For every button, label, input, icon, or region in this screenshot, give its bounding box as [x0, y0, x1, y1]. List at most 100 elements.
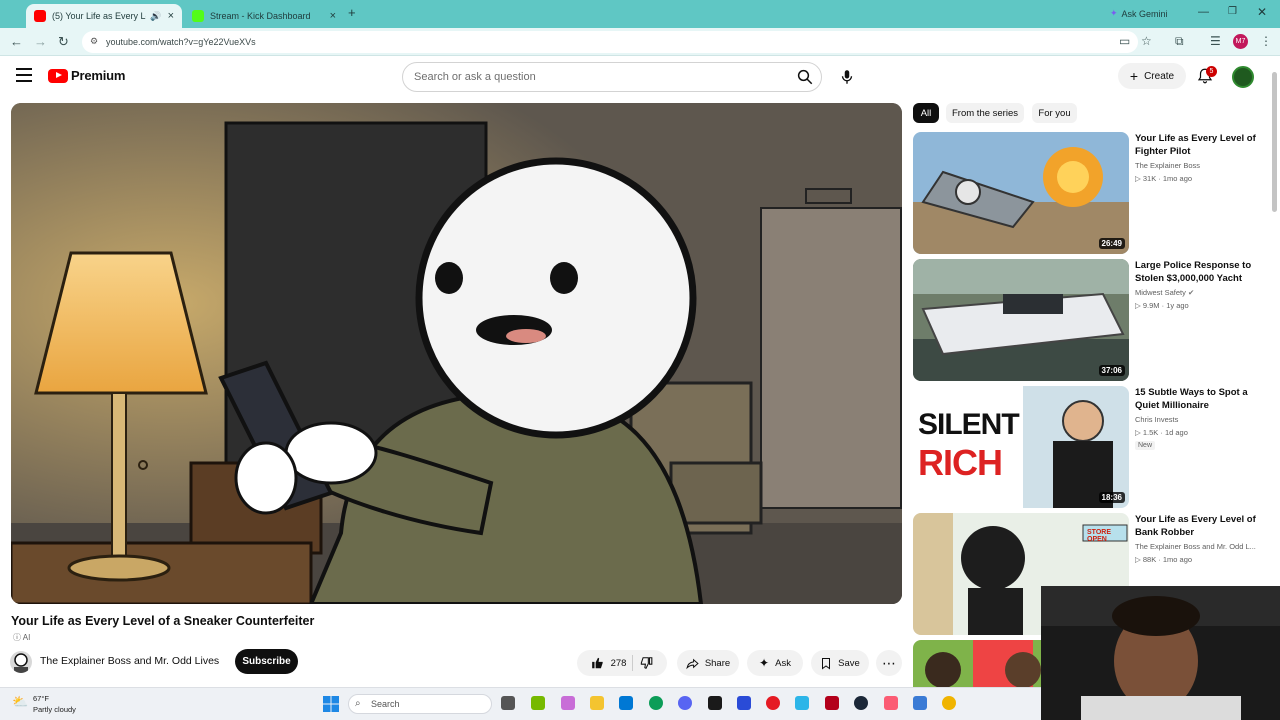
back-icon[interactable]: ←	[10, 34, 23, 49]
yacht-thumbnail	[913, 259, 1129, 381]
save-button[interactable]: Save	[811, 650, 869, 676]
taskbar-search-label: Search	[371, 699, 400, 709]
meta-text: 1.5K · 1d ago	[1142, 428, 1188, 437]
browser-menu-icon[interactable]: ⋮	[1260, 34, 1272, 48]
recommendation-title[interactable]: Your Life as Every Level of Bank Robber	[1135, 513, 1257, 539]
music-icon[interactable]	[884, 696, 898, 710]
video-player[interactable]	[11, 103, 902, 604]
nvidia-icon[interactable]	[531, 696, 545, 710]
url-text: youtube.com/watch?v=gYe22VueXVs	[106, 37, 256, 47]
forward-icon[interactable]: →	[34, 34, 47, 49]
close-tab-icon[interactable]: ×	[330, 10, 336, 22]
acrobat-icon[interactable]	[825, 696, 839, 710]
more-actions-icon[interactable]: ⋯	[876, 650, 902, 676]
subscribe-button[interactable]: Subscribe	[235, 649, 298, 674]
restore-icon[interactable]: ❐	[1228, 6, 1237, 17]
notification-count-badge: 5	[1206, 66, 1217, 77]
minimize-icon[interactable]: —	[1198, 6, 1209, 18]
kick-favicon-icon	[192, 10, 204, 22]
chip-for-you[interactable]: For you	[1032, 103, 1077, 123]
task-view-icon[interactable]	[501, 696, 515, 710]
taskbar-search-box[interactable]: ⌕ Search	[348, 694, 492, 714]
extensions-icon[interactable]: ⧉	[1175, 34, 1184, 49]
duration-badge: 18:36	[1098, 492, 1125, 503]
copilot-icon[interactable]	[561, 696, 575, 710]
youtube-premium-logo[interactable]: Premium	[48, 68, 125, 83]
verified-icon: ✔	[1187, 288, 1195, 297]
site-info-icon[interactable]: ⚙	[90, 36, 98, 47]
close-tab-icon[interactable]: ×	[168, 10, 174, 22]
duration-badge: 26:49	[1098, 238, 1125, 249]
thumbs-down-icon[interactable]	[639, 656, 653, 670]
app-icon[interactable]	[708, 696, 722, 710]
microphone-icon[interactable]	[838, 67, 856, 87]
like-dislike-group: 278	[577, 650, 667, 676]
webcam-feed	[1041, 586, 1280, 720]
recommendation-item[interactable]: 26:49 Your Life as Every Level of Fighte…	[913, 132, 1263, 254]
create-button[interactable]: + Create	[1118, 63, 1186, 89]
video-thumbnail[interactable]: SILENT RICH 18:36	[913, 386, 1129, 508]
channel-avatar[interactable]	[10, 651, 32, 673]
share-label: Share	[704, 657, 731, 669]
chip-all[interactable]: All	[913, 103, 939, 123]
search-input[interactable]: Search or ask a question	[402, 62, 822, 92]
new-badge: New	[1135, 441, 1156, 450]
video-thumbnail[interactable]: 37:06	[913, 259, 1129, 381]
browser-tab-bar: (5) Your Life as Every Level o 🔊 × Strea…	[0, 0, 1280, 28]
chrome-icon[interactable]	[942, 696, 956, 710]
video-thumbnail[interactable]: 26:49	[913, 132, 1129, 254]
hamburger-menu-icon[interactable]	[16, 68, 32, 82]
tab-title: Stream - Kick Dashboard	[210, 11, 311, 21]
recommendation-title[interactable]: Large Police Response to Stolen $3,000,0…	[1135, 259, 1257, 285]
cast-icon[interactable]: ▭	[1119, 34, 1130, 48]
channel-name[interactable]: The Explainer Boss and Mr. Odd Lives	[40, 655, 219, 667]
reading-list-icon[interactable]: ☰	[1210, 34, 1221, 48]
recommendation-item[interactable]: 37:06 Large Police Response to Stolen $3…	[913, 259, 1263, 381]
thumbnail-text-silent: SILENT	[918, 408, 1020, 441]
recommendation-meta: ▷ 31K · 1mo ago	[1135, 174, 1193, 183]
chip-from-the-series[interactable]: From the series	[946, 103, 1024, 123]
edge-icon[interactable]	[649, 696, 663, 710]
share-button[interactable]: Share	[677, 650, 739, 676]
new-tab-button[interactable]: +	[348, 5, 356, 20]
video-frame-illustration	[11, 103, 902, 604]
steam-icon[interactable]	[854, 696, 868, 710]
file-explorer-icon[interactable]	[590, 696, 604, 710]
ask-gemini-button[interactable]: ✦ Ask Gemini	[1110, 8, 1168, 19]
recommendation-meta: ▷ 1.5K · 1d ago	[1135, 428, 1188, 437]
recommendation-meta: ▷ 9.9M · 1y ago	[1135, 301, 1189, 310]
ask-button[interactable]: ✦ Ask	[747, 650, 803, 676]
store-open-sign: STORE OPEN	[1087, 529, 1111, 543]
account-avatar[interactable]	[1232, 66, 1254, 88]
opera-icon[interactable]	[766, 696, 780, 710]
weather-temperature[interactable]: 67°F	[33, 694, 49, 703]
discord-icon[interactable]	[678, 696, 692, 710]
app-f-icon[interactable]	[795, 696, 809, 710]
app-icon-2[interactable]	[913, 696, 927, 710]
page-scrollbar[interactable]	[1272, 72, 1277, 212]
window-close-icon[interactable]: ✕	[1257, 5, 1267, 19]
gemini-icon: ✦	[1110, 8, 1118, 18]
reload-icon[interactable]: ↻	[58, 34, 69, 50]
bookmark-star-icon[interactable]: ☆	[1141, 34, 1152, 48]
address-bar[interactable]: ⚙ youtube.com/watch?v=gYe22VueXVs	[82, 31, 1138, 53]
windows-start-icon[interactable]	[323, 696, 339, 712]
recommendation-title[interactable]: 15 Subtle Ways to Spot a Quiet Millionai…	[1135, 386, 1257, 412]
recommendation-item[interactable]: SILENT RICH 18:36 15 Subtle Ways to Spot…	[913, 386, 1263, 508]
tab-youtube[interactable]: (5) Your Life as Every Level o 🔊 ×	[26, 4, 182, 28]
weather-icon[interactable]: ⛅	[12, 694, 28, 710]
profile-icon[interactable]: M7	[1233, 34, 1248, 49]
speaker-icon[interactable]: 🔊	[150, 11, 161, 22]
youtube-favicon-icon	[34, 10, 46, 22]
search-icon[interactable]	[796, 68, 814, 86]
store-icon[interactable]	[619, 696, 633, 710]
recommendation-meta: ▷ 88K · 1mo ago	[1135, 555, 1193, 564]
ask-label: Ask	[775, 657, 791, 669]
like-button[interactable]: 278	[591, 656, 626, 670]
weather-condition[interactable]: Partly cloudy	[33, 705, 76, 714]
sparkle-icon: ✦	[759, 656, 770, 670]
duration-badge: 37:06	[1098, 365, 1125, 376]
dropbox-icon[interactable]	[737, 696, 751, 710]
recommendation-title[interactable]: Your Life as Every Level of Fighter Pilo…	[1135, 132, 1257, 158]
tab-kick[interactable]: Stream - Kick Dashboard ×	[184, 4, 344, 28]
